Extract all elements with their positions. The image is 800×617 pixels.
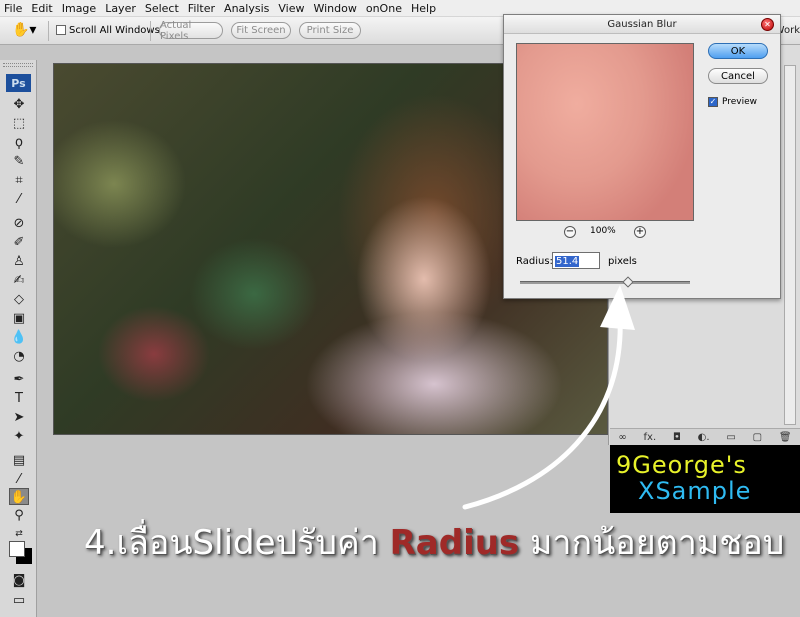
crop-tool-icon[interactable]: ⌗ [9, 172, 29, 189]
menu-analysis[interactable]: Analysis [224, 2, 269, 15]
toolbox: Ps ✥ ⬚ ϙ ✎ ⌗ ⁄ ⊘ ✐ ♙ ✍ ◇ ▣ 💧 ◔ ✒ T ➤ ✦ ▤… [0, 60, 37, 617]
screen-mode-icon[interactable]: ▭ [9, 592, 29, 609]
group-icon[interactable]: ▭ [726, 432, 735, 443]
close-icon[interactable]: ✕ [761, 18, 774, 31]
zoom-out-button[interactable]: − [564, 226, 576, 238]
pen-tool-icon[interactable]: ✒ [9, 371, 29, 388]
layers-panel-scrollbar[interactable] [784, 65, 796, 425]
menu-window[interactable]: Window [313, 2, 356, 15]
menu-file[interactable]: File [4, 2, 22, 15]
preview-label: Preview [722, 97, 758, 107]
fx-icon[interactable]: fx. [644, 432, 657, 443]
separator [48, 21, 49, 41]
menu-edit[interactable]: Edit [31, 2, 52, 15]
print-size-button[interactable]: Print Size [299, 22, 361, 39]
menu-help[interactable]: Help [411, 2, 436, 15]
hand-tool-preset-icon[interactable]: ✋▾ [12, 22, 38, 40]
menu-image[interactable]: Image [62, 2, 96, 15]
adjustment-layer-icon[interactable]: ◐. [698, 432, 710, 443]
cancel-button[interactable]: Cancel [708, 68, 768, 84]
dialog-title: Gaussian Blur [504, 15, 780, 34]
blur-tool-icon[interactable]: 💧 [9, 329, 29, 346]
caption-prefix: 4.เลื่อนSlideปรับค่า [84, 523, 390, 563]
brush-tool-icon[interactable]: ✐ [9, 234, 29, 251]
preview-checkbox[interactable]: ✓ [708, 97, 718, 107]
eraser-tool-icon[interactable]: ◇ [9, 291, 29, 308]
move-tool-icon[interactable]: ✥ [9, 96, 29, 113]
layer-mask-icon[interactable]: ◘ [673, 432, 681, 443]
zoom-level: 100% [590, 226, 616, 236]
gradient-tool-icon[interactable]: ▣ [9, 310, 29, 327]
zoom-tool-icon[interactable]: ⚲ [9, 507, 29, 524]
zoom-in-button[interactable]: + [634, 226, 646, 238]
radius-value: 51.4 [555, 256, 580, 267]
separator [150, 21, 151, 41]
clone-stamp-tool-icon[interactable]: ♙ [9, 253, 29, 270]
fit-screen-button[interactable]: Fit Screen [231, 22, 291, 39]
dodge-tool-icon[interactable]: ◔ [9, 348, 29, 365]
notes-tool-icon[interactable]: ▤ [9, 452, 29, 469]
marquee-tool-icon[interactable]: ⬚ [9, 115, 29, 132]
path-select-tool-icon[interactable]: ➤ [9, 409, 29, 426]
menu-onone[interactable]: onOne [366, 2, 402, 15]
new-layer-icon[interactable]: ▢ [753, 432, 762, 443]
eyedropper-2-tool-icon[interactable]: ⁄ [9, 471, 29, 488]
radius-label: Radius: [516, 256, 553, 267]
scroll-all-windows-checkbox[interactable] [56, 25, 66, 35]
ok-button[interactable]: OK [708, 43, 768, 59]
scroll-all-windows-label: Scroll All Windows [69, 25, 160, 36]
foreground-color-swatch[interactable] [9, 541, 25, 557]
caption-highlight: Radius [389, 523, 520, 563]
lasso-tool-icon[interactable]: ϙ [9, 134, 29, 151]
quick-mask-icon[interactable]: ◙ [9, 572, 29, 589]
menu-view[interactable]: View [278, 2, 304, 15]
shape-tool-icon[interactable]: ✦ [9, 428, 29, 445]
hand-tool-icon[interactable]: ✋ [9, 488, 29, 505]
menu-filter[interactable]: Filter [188, 2, 215, 15]
quick-select-tool-icon[interactable]: ✎ [9, 153, 29, 170]
tutorial-caption: 4.เลื่อนSlideปรับค่า Radius มากน้อยตามชอ… [84, 515, 784, 569]
gaussian-blur-dialog: Gaussian Blur ✕ − 100% + OK Cancel ✓ Pre… [503, 14, 781, 299]
caption-suffix: มากน้อยตามชอบ [519, 523, 785, 563]
annotation-arrow [462, 285, 635, 510]
healing-tool-icon[interactable]: ⊘ [9, 215, 29, 232]
trash-icon[interactable]: 🗑 [779, 432, 792, 443]
filter-preview[interactable] [516, 43, 694, 221]
radius-input[interactable]: 51.4 [552, 252, 600, 269]
toolbox-grip[interactable] [3, 63, 33, 67]
menu-layer[interactable]: Layer [105, 2, 136, 15]
actual-pixels-button[interactable]: Actual Pixels [159, 20, 223, 42]
type-tool-icon[interactable]: T [9, 390, 29, 407]
radius-unit: pixels [608, 256, 637, 267]
ps-logo[interactable]: Ps [6, 74, 31, 92]
menu-select[interactable]: Select [145, 2, 179, 15]
logo-line-2: XSample [638, 477, 752, 505]
history-brush-tool-icon[interactable]: ✍ [9, 272, 29, 289]
eyedropper-tool-icon[interactable]: ⁄ [9, 191, 29, 208]
